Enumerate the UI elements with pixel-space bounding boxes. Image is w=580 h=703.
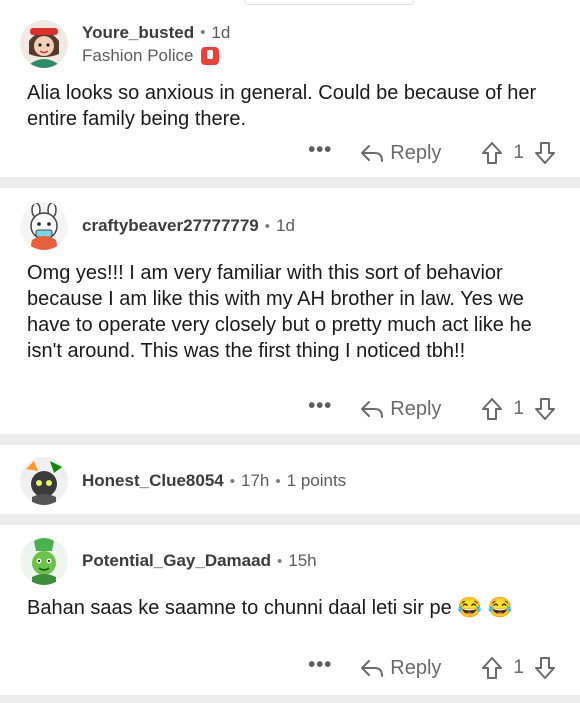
user-flair: Fashion Police <box>82 46 230 66</box>
upvote-arrow-icon[interactable] <box>481 141 503 165</box>
avatar[interactable] <box>20 20 68 68</box>
vote-count: 1 <box>513 398 524 419</box>
timestamp: 1d <box>276 216 295 235</box>
comment-actions: ••• Reply 1 <box>308 653 556 683</box>
vote-controls: 1 <box>481 656 556 680</box>
comment-1: Youre_busted • 1d Fashion Police Alia lo… <box>0 0 580 176</box>
more-options-icon[interactable]: ••• <box>308 140 332 161</box>
comment-3-collapsed[interactable]: Honest_Clue8054 • 17h • 1 points <box>0 445 580 517</box>
reply-button[interactable]: Reply <box>360 142 441 165</box>
reply-label: Reply <box>390 656 442 679</box>
comment-2: craftybeaver27777779 • 1d Omg yes!!! I a… <box>0 188 580 434</box>
comment-actions: ••• Reply 1 <box>308 394 556 424</box>
police-badge-icon <box>200 46 219 65</box>
comment-divider <box>0 177 580 188</box>
upvote-arrow-icon[interactable] <box>481 397 503 421</box>
more-options-icon[interactable]: ••• <box>308 396 332 417</box>
avatar-icon <box>20 202 68 250</box>
comment-divider <box>0 695 580 703</box>
comment-header: craftybeaver27777779 • 1d <box>20 196 295 256</box>
separator-dot: • <box>275 472 281 490</box>
upvote-arrow-icon[interactable] <box>481 656 503 680</box>
comment-4: Potential_Gay_Damaad • 15h Bahan saas ke… <box>0 525 580 695</box>
reply-button[interactable]: Reply <box>360 398 441 421</box>
avatar-icon <box>20 20 68 68</box>
avatar[interactable] <box>20 457 68 505</box>
vote-count: 1 <box>513 142 524 163</box>
points-count: 1 points <box>286 471 347 490</box>
timestamp: 1d <box>211 22 231 42</box>
comment-body: Omg yes!!! I am very familiar with this … <box>27 262 532 362</box>
username[interactable]: craftybeaver27777779 <box>82 216 259 236</box>
avatar-icon <box>20 537 68 585</box>
separator-dot: • <box>264 217 271 235</box>
comment-meta: Honest_Clue8054 • 17h • 1 points <box>82 471 346 491</box>
comment-header: Youre_busted • 1d Fashion Police <box>20 14 230 74</box>
separator-dot: • <box>229 472 235 490</box>
vote-count: 1 <box>513 657 524 678</box>
downvote-arrow-icon[interactable] <box>534 397 556 421</box>
reply-arrow-icon <box>361 145 384 162</box>
username[interactable]: Honest_Clue8054 <box>82 471 224 491</box>
timestamp: 15h <box>288 551 317 570</box>
comment-body: Alia looks so anxious in general. Could … <box>27 82 537 130</box>
comment-meta: craftybeaver27777779 • 1d <box>82 216 295 236</box>
downvote-arrow-icon[interactable] <box>534 141 556 165</box>
reply-button[interactable]: Reply <box>360 657 441 680</box>
downvote-arrow-icon[interactable] <box>534 656 556 680</box>
comment-divider <box>0 434 580 445</box>
timestamp: 17h <box>241 471 270 490</box>
avatar[interactable] <box>20 202 68 250</box>
more-options-icon[interactable]: ••• <box>308 655 332 676</box>
reply-label: Reply <box>390 397 442 420</box>
vote-controls: 1 <box>481 141 556 165</box>
reply-label: Reply <box>390 141 442 164</box>
comment-actions: ••• Reply 1 <box>308 138 556 168</box>
separator-dot: • <box>276 552 283 570</box>
comment-header: Honest_Clue8054 • 17h • 1 points <box>20 451 346 511</box>
comment-body: Bahan saas ke saamne to chunni daal leti… <box>27 597 513 619</box>
reply-arrow-icon <box>361 660 384 677</box>
comment-divider <box>0 514 580 525</box>
reply-arrow-icon <box>361 401 384 418</box>
avatar-icon <box>20 457 68 505</box>
comment-meta: Potential_Gay_Damaad • 15h <box>82 551 317 571</box>
comment-header: Potential_Gay_Damaad • 15h <box>20 531 317 591</box>
comment-meta: Youre_busted • 1d Fashion Police <box>82 23 230 66</box>
vote-controls: 1 <box>481 397 556 421</box>
username[interactable]: Potential_Gay_Damaad <box>82 551 271 571</box>
avatar[interactable] <box>20 537 68 585</box>
separator-dot: • <box>200 24 206 41</box>
username[interactable]: Youre_busted <box>82 23 194 43</box>
flair-text: Fashion Police <box>82 45 194 65</box>
